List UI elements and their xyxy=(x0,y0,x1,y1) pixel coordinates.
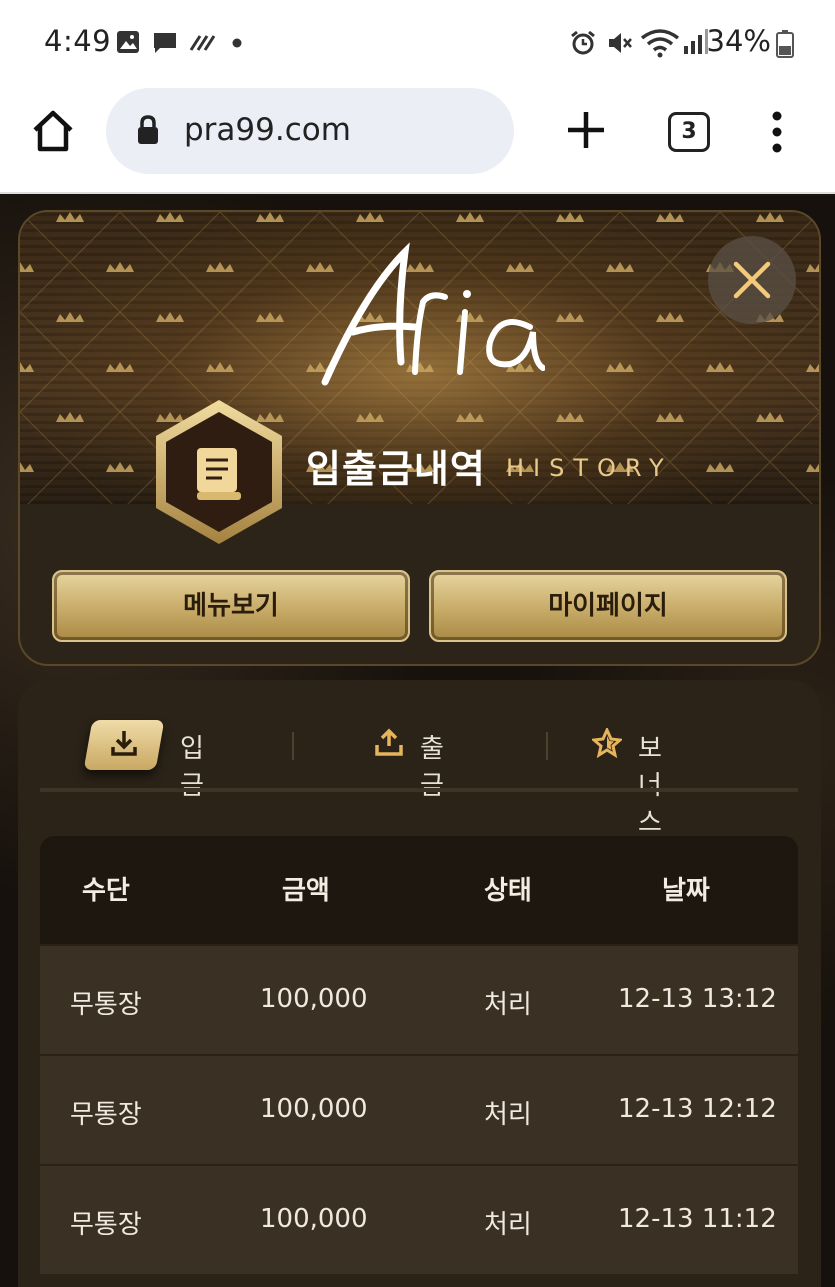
star-icon xyxy=(592,728,622,758)
cell-amount: 100,000 xyxy=(260,1094,368,1124)
status-time: 4:49 xyxy=(44,24,112,58)
url-text: pra99.com xyxy=(184,112,351,148)
cell-signal-icon xyxy=(684,29,708,54)
image-icon xyxy=(117,31,139,53)
cell-date: 12-13 12:12 xyxy=(618,1094,777,1124)
close-button[interactable] xyxy=(708,236,796,324)
lock-icon xyxy=(138,115,158,144)
history-table: 수단 금액 상태 날짜 무통장 100,000 처리 12-13 13:12 무… xyxy=(40,836,798,1274)
home-icon[interactable] xyxy=(30,108,76,154)
tab-switcher-button[interactable]: 3 xyxy=(668,112,710,152)
tab-divider xyxy=(292,732,294,760)
close-icon xyxy=(733,261,771,299)
status-bar: 4:49 34% xyxy=(0,0,835,88)
signal-dots-icon xyxy=(189,35,216,51)
table-row[interactable]: 무통장 100,000 처리 12-13 12:12 xyxy=(40,1054,798,1164)
cell-method: 무통장 xyxy=(70,1210,142,1240)
cell-status: 처리 xyxy=(484,990,532,1020)
cell-date: 12-13 11:12 xyxy=(618,1204,777,1234)
column-header-status: 상태 xyxy=(484,876,532,906)
page-subtitle: HISTORY xyxy=(506,454,673,482)
upload-icon xyxy=(375,728,403,756)
cell-status: 처리 xyxy=(484,1210,532,1240)
web-content: 입출금내역 HISTORY 메뉴보기 마이페이지 입금 출금 보너스내역 수단 … xyxy=(0,196,835,1287)
menu-button[interactable]: 메뉴보기 xyxy=(52,570,410,642)
tab-divider xyxy=(546,732,548,760)
cell-status: 처리 xyxy=(484,1100,532,1130)
wifi-icon xyxy=(640,29,680,58)
new-tab-icon[interactable] xyxy=(564,108,608,152)
battery-percent: 34% xyxy=(706,24,771,58)
browser-toolbar: pra99.com 3 xyxy=(0,88,835,194)
column-header-method: 수단 xyxy=(82,876,130,906)
cell-amount: 100,000 xyxy=(260,1204,368,1234)
history-panel: 입금 출금 보너스내역 수단 금액 상태 날짜 무통장 100,000 처리 1… xyxy=(18,680,821,1287)
history-badge xyxy=(156,400,282,544)
cell-method: 무통장 xyxy=(70,1100,142,1130)
message-icon xyxy=(154,33,176,53)
tab-underline xyxy=(40,788,798,792)
battery-icon xyxy=(776,30,794,58)
page-title: 입출금내역 xyxy=(306,447,486,491)
url-bar[interactable]: pra99.com xyxy=(106,88,514,174)
ledger-icon xyxy=(197,448,241,500)
mute-icon xyxy=(609,33,632,53)
dot-icon xyxy=(232,38,242,48)
cell-amount: 100,000 xyxy=(260,984,368,1014)
mypage-button[interactable]: 마이페이지 xyxy=(429,570,787,642)
table-row[interactable]: 무통장 100,000 처리 12-13 11:12 xyxy=(40,1164,798,1274)
table-header: 수단 금액 상태 날짜 xyxy=(40,836,798,944)
more-menu-icon[interactable] xyxy=(768,110,786,154)
aria-logo xyxy=(321,242,545,386)
download-icon xyxy=(111,731,137,756)
history-modal-header: 입출금내역 HISTORY 메뉴보기 마이페이지 xyxy=(18,210,821,666)
cell-date: 12-13 13:12 xyxy=(618,984,777,1014)
cell-method: 무통장 xyxy=(70,990,142,1020)
column-header-date: 날짜 xyxy=(662,876,710,906)
table-row[interactable]: 무통장 100,000 처리 12-13 13:12 xyxy=(40,944,798,1054)
alarm-icon xyxy=(571,30,595,55)
column-header-amount: 금액 xyxy=(282,876,330,906)
